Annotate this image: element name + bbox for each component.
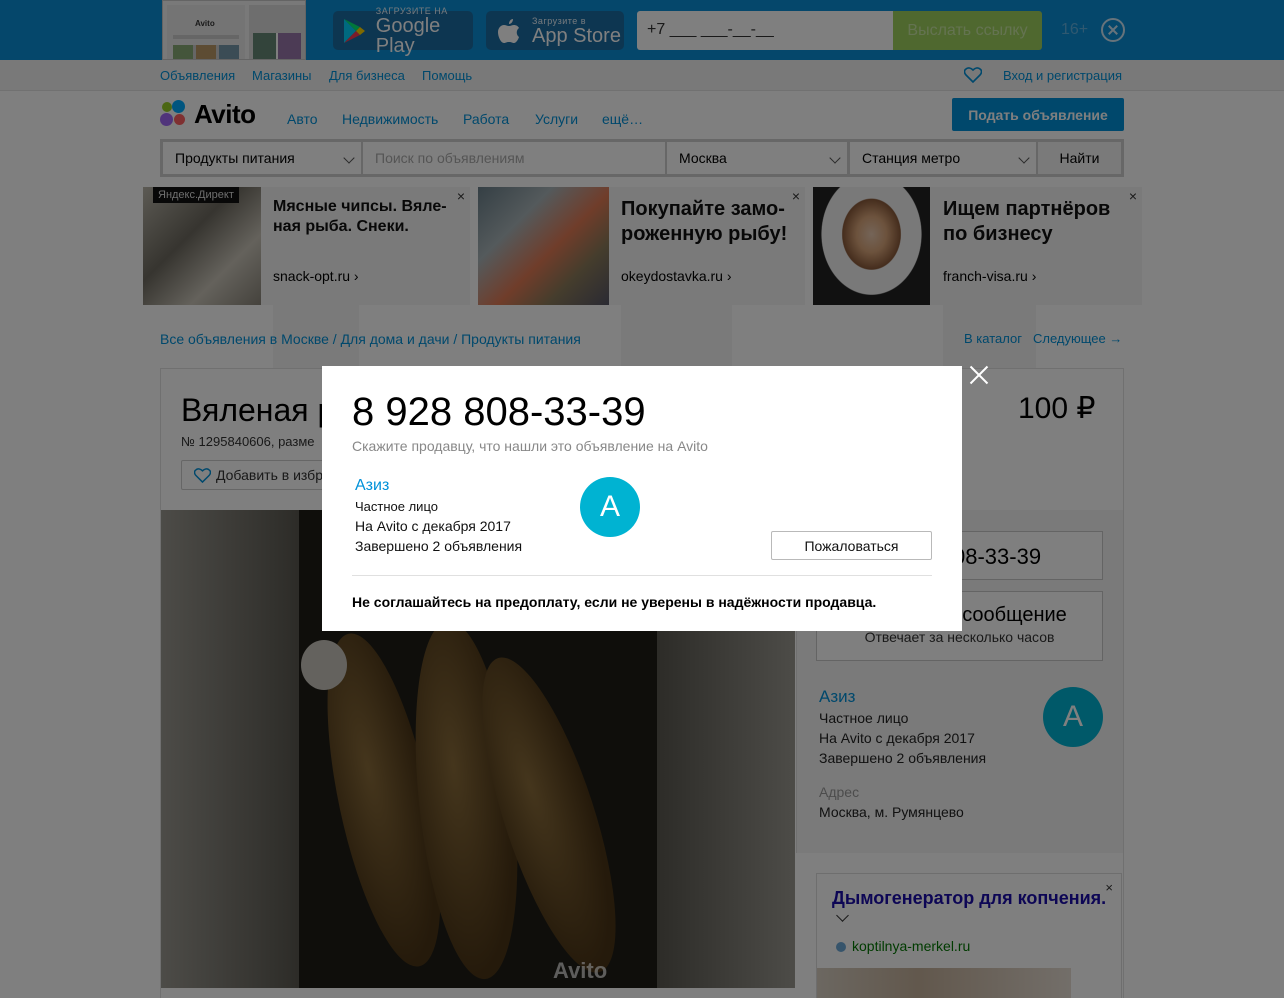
modal-close-icon[interactable]	[968, 364, 990, 386]
avatar[interactable]: А	[580, 477, 640, 537]
modal-divider	[352, 575, 932, 576]
modal-seller-type: Частное лицо	[355, 499, 438, 514]
modal-seller-completed: Завершено 2 объявления	[355, 538, 523, 554]
modal-seller-since: На Avito с декабря 2017	[355, 518, 511, 534]
modal-phone-number: 8 928 808-33-39	[352, 390, 646, 434]
modal-hint: Скажите продавцу, что нашли это объявлен…	[352, 438, 708, 454]
modal-seller-name-link[interactable]: Азиз	[355, 477, 389, 495]
phone-modal: 8 928 808-33-39 Скажите продавцу, что на…	[322, 366, 962, 631]
report-button[interactable]: Пожаловаться	[771, 531, 932, 560]
prepayment-warning: Не соглашайтесь на предоплату, если не у…	[352, 594, 877, 610]
